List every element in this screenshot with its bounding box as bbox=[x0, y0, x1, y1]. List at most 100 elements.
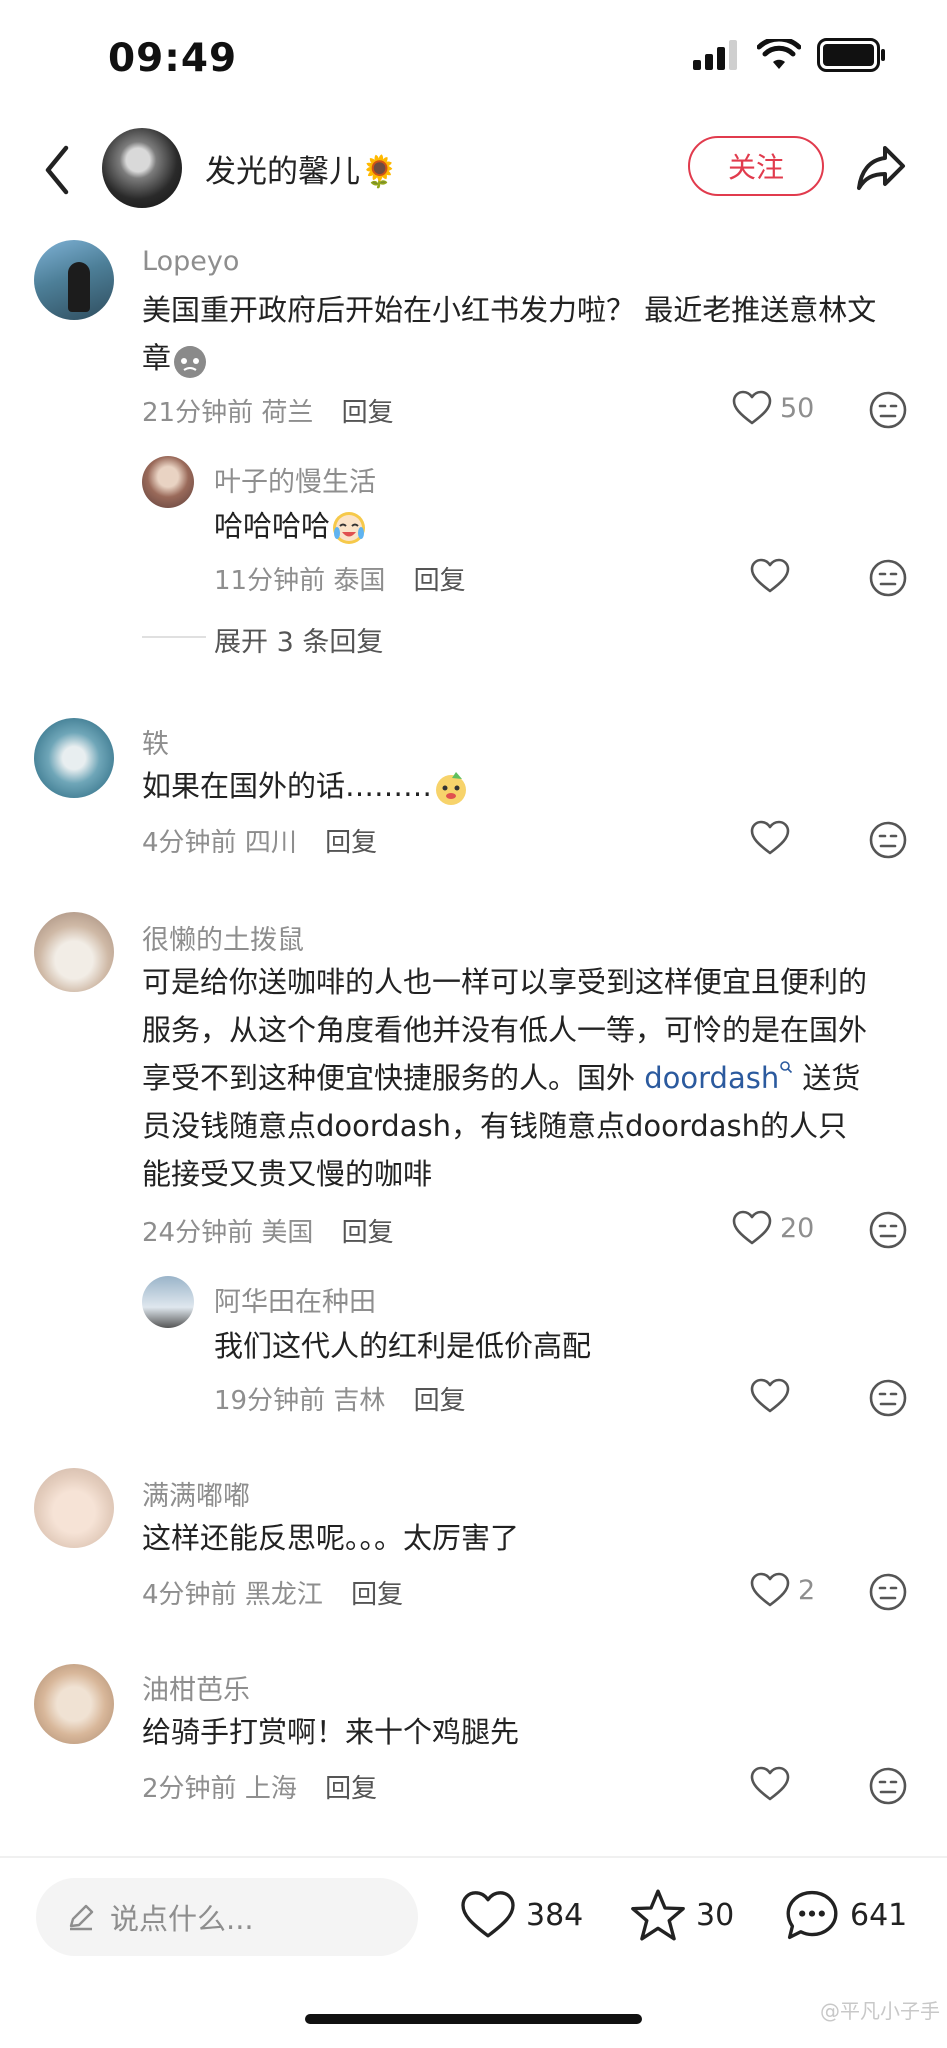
reply-button[interactable]: 回复 bbox=[342, 398, 394, 428]
dislike-icon[interactable] bbox=[868, 1766, 908, 1806]
like-button[interactable]: 50 bbox=[732, 390, 814, 426]
status-icons bbox=[693, 38, 887, 72]
bottom-divider bbox=[0, 1856, 947, 1858]
signal-icon bbox=[693, 40, 737, 70]
reply-button[interactable]: 回复 bbox=[325, 828, 377, 858]
comment-meta: 24分钟前 美国 回复 bbox=[142, 1212, 394, 1249]
crying-laughing-emoji-icon bbox=[333, 512, 366, 544]
comment-input-placeholder: 说点什么... bbox=[110, 1902, 254, 1936]
comment-meta: 21分钟前 荷兰 回复 bbox=[142, 392, 394, 429]
comment-text: 给骑手打赏啊！来十个鸡腿先 bbox=[142, 1715, 520, 1749]
reply-button[interactable]: 回复 bbox=[414, 566, 466, 596]
gray-face-emoji-icon bbox=[174, 346, 207, 378]
back-arrow-icon[interactable] bbox=[38, 140, 78, 200]
reply-body: 哈哈哈哈 bbox=[214, 509, 331, 543]
comment-location: 四川 bbox=[244, 828, 297, 858]
wifi-icon bbox=[757, 39, 801, 69]
comment-line-text: 享受不到这种便宜快捷服务的人。国外 bbox=[142, 1061, 645, 1095]
comment-location: 上海 bbox=[244, 1774, 297, 1804]
comment-author[interactable]: 轶 bbox=[142, 722, 169, 761]
heart-icon bbox=[732, 390, 772, 425]
reply-avatar[interactable] bbox=[142, 1276, 194, 1328]
reply-button[interactable]: 回复 bbox=[414, 1386, 466, 1416]
reply-button[interactable]: 回复 bbox=[351, 1580, 403, 1610]
comment-body: 如果在国外的话……… bbox=[142, 769, 433, 803]
comment-line: 能接受又贵又慢的咖啡 bbox=[142, 1157, 433, 1191]
comment-avatar[interactable] bbox=[34, 718, 114, 798]
comment-time: 24分钟前 bbox=[142, 1218, 254, 1248]
heart-icon bbox=[750, 1572, 790, 1607]
comment-author[interactable]: 满满嘟嘟 bbox=[142, 1474, 250, 1513]
dog-emoji-icon bbox=[436, 772, 467, 805]
heart-icon bbox=[750, 820, 790, 855]
post-comment-button[interactable]: 641 bbox=[784, 1888, 907, 1942]
like-count: 50 bbox=[780, 392, 815, 424]
like-count: 20 bbox=[780, 1212, 815, 1244]
comment-author[interactable]: 很懒的土拨鼠 bbox=[142, 918, 304, 957]
reply-button[interactable]: 回复 bbox=[342, 1218, 394, 1248]
post-like-count: 384 bbox=[526, 1897, 584, 1933]
reply-button[interactable]: 回复 bbox=[325, 1774, 377, 1804]
doordash-link[interactable]: doordash bbox=[644, 1061, 779, 1095]
dislike-icon[interactable] bbox=[868, 1210, 908, 1250]
watermark: @平凡小子手 bbox=[820, 1999, 940, 2023]
comment-avatar[interactable] bbox=[34, 912, 114, 992]
comment-author[interactable]: Lopeyo bbox=[142, 246, 239, 277]
comment-location: 黑龙江 bbox=[244, 1580, 323, 1610]
post-comment-count: 641 bbox=[850, 1897, 908, 1933]
dislike-icon[interactable] bbox=[868, 1572, 908, 1612]
status-time: 09:49 bbox=[108, 36, 238, 81]
pencil-icon bbox=[69, 1904, 94, 1931]
like-button[interactable] bbox=[750, 1378, 790, 1414]
reply-author[interactable]: 阿华田在种田 bbox=[214, 1280, 376, 1319]
post-star-button[interactable]: 30 bbox=[630, 1888, 734, 1942]
author-avatar[interactable] bbox=[102, 128, 182, 208]
comment-avatar[interactable] bbox=[34, 240, 114, 320]
comment-line: 服务，从这个角度看他并没有低人一等，可怜的是在国外 bbox=[142, 1013, 868, 1047]
reply-author[interactable]: 叶子的慢生活 bbox=[214, 460, 376, 499]
reply-time: 11分钟前 bbox=[214, 566, 326, 596]
expand-replies-button[interactable]: 展开 3 条回复 bbox=[214, 620, 383, 659]
comment-avatar[interactable] bbox=[34, 1664, 114, 1744]
follow-button[interactable]: 关注 bbox=[688, 136, 824, 196]
comment-bubble-icon bbox=[786, 1890, 838, 1940]
like-button[interactable]: 2 bbox=[750, 1572, 815, 1608]
comment-meta: 2分钟前 上海 回复 bbox=[142, 1768, 377, 1805]
comment-author[interactable]: 油柑芭乐 bbox=[142, 1668, 250, 1707]
home-indicator[interactable] bbox=[305, 2014, 642, 2024]
reply-time: 19分钟前 bbox=[214, 1386, 326, 1416]
comment-input[interactable]: 说点什么... bbox=[36, 1878, 418, 1956]
comment-line: 享受不到这种便宜快捷服务的人。国外 doordash 送货 bbox=[142, 1054, 922, 1102]
comment-line: 可是给你送咖啡的人也一样可以享受到这样便宜且便利的 bbox=[142, 965, 868, 999]
expand-divider bbox=[142, 636, 206, 638]
comment-meta: 4分钟前 四川 回复 bbox=[142, 822, 377, 859]
reply-meta: 19分钟前 吉林 回复 bbox=[214, 1380, 466, 1417]
heart-icon bbox=[750, 558, 790, 593]
reply-location: 吉林 bbox=[333, 1386, 386, 1416]
like-count: 2 bbox=[798, 1574, 816, 1606]
like-button[interactable] bbox=[750, 820, 790, 856]
like-button[interactable] bbox=[750, 1766, 790, 1802]
search-icon bbox=[780, 1061, 793, 1074]
comment-meta: 4分钟前 黑龙江 回复 bbox=[142, 1574, 403, 1611]
dislike-icon[interactable] bbox=[868, 820, 908, 860]
heart-icon bbox=[461, 1891, 515, 1938]
comment-text: 如果在国外的话……… bbox=[142, 762, 470, 810]
post-like-button[interactable]: 384 bbox=[460, 1890, 583, 1940]
comment-avatar[interactable] bbox=[34, 1468, 114, 1548]
heart-icon bbox=[732, 1210, 772, 1245]
comment-location: 美国 bbox=[261, 1218, 314, 1248]
dislike-icon[interactable] bbox=[868, 558, 908, 598]
battery-icon bbox=[817, 38, 885, 72]
comment-body: 美国重开政府后开始在小红书发力啦？ 最近老推送意林文章 bbox=[142, 293, 877, 375]
like-button[interactable] bbox=[750, 558, 790, 594]
dislike-icon[interactable] bbox=[868, 390, 908, 430]
comment-location: 荷兰 bbox=[261, 398, 314, 428]
comment-time: 4分钟前 bbox=[142, 828, 237, 858]
author-name[interactable]: 发光的馨儿🌻 bbox=[205, 146, 399, 191]
like-button[interactable]: 20 bbox=[732, 1210, 814, 1246]
share-icon[interactable] bbox=[855, 140, 909, 194]
reply-avatar[interactable] bbox=[142, 456, 194, 508]
heart-icon bbox=[750, 1378, 790, 1413]
dislike-icon[interactable] bbox=[868, 1378, 908, 1418]
